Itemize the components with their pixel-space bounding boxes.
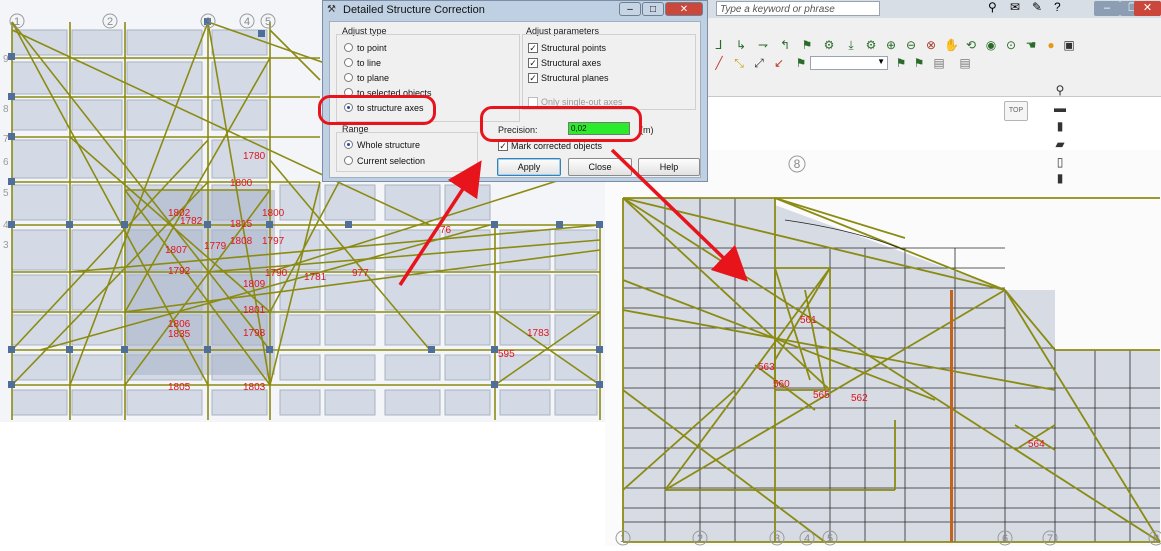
annotation-arrow-up: [398, 160, 482, 286]
annotation-arrows: [398, 148, 749, 286]
annotation-arrow-right: [610, 148, 749, 282]
